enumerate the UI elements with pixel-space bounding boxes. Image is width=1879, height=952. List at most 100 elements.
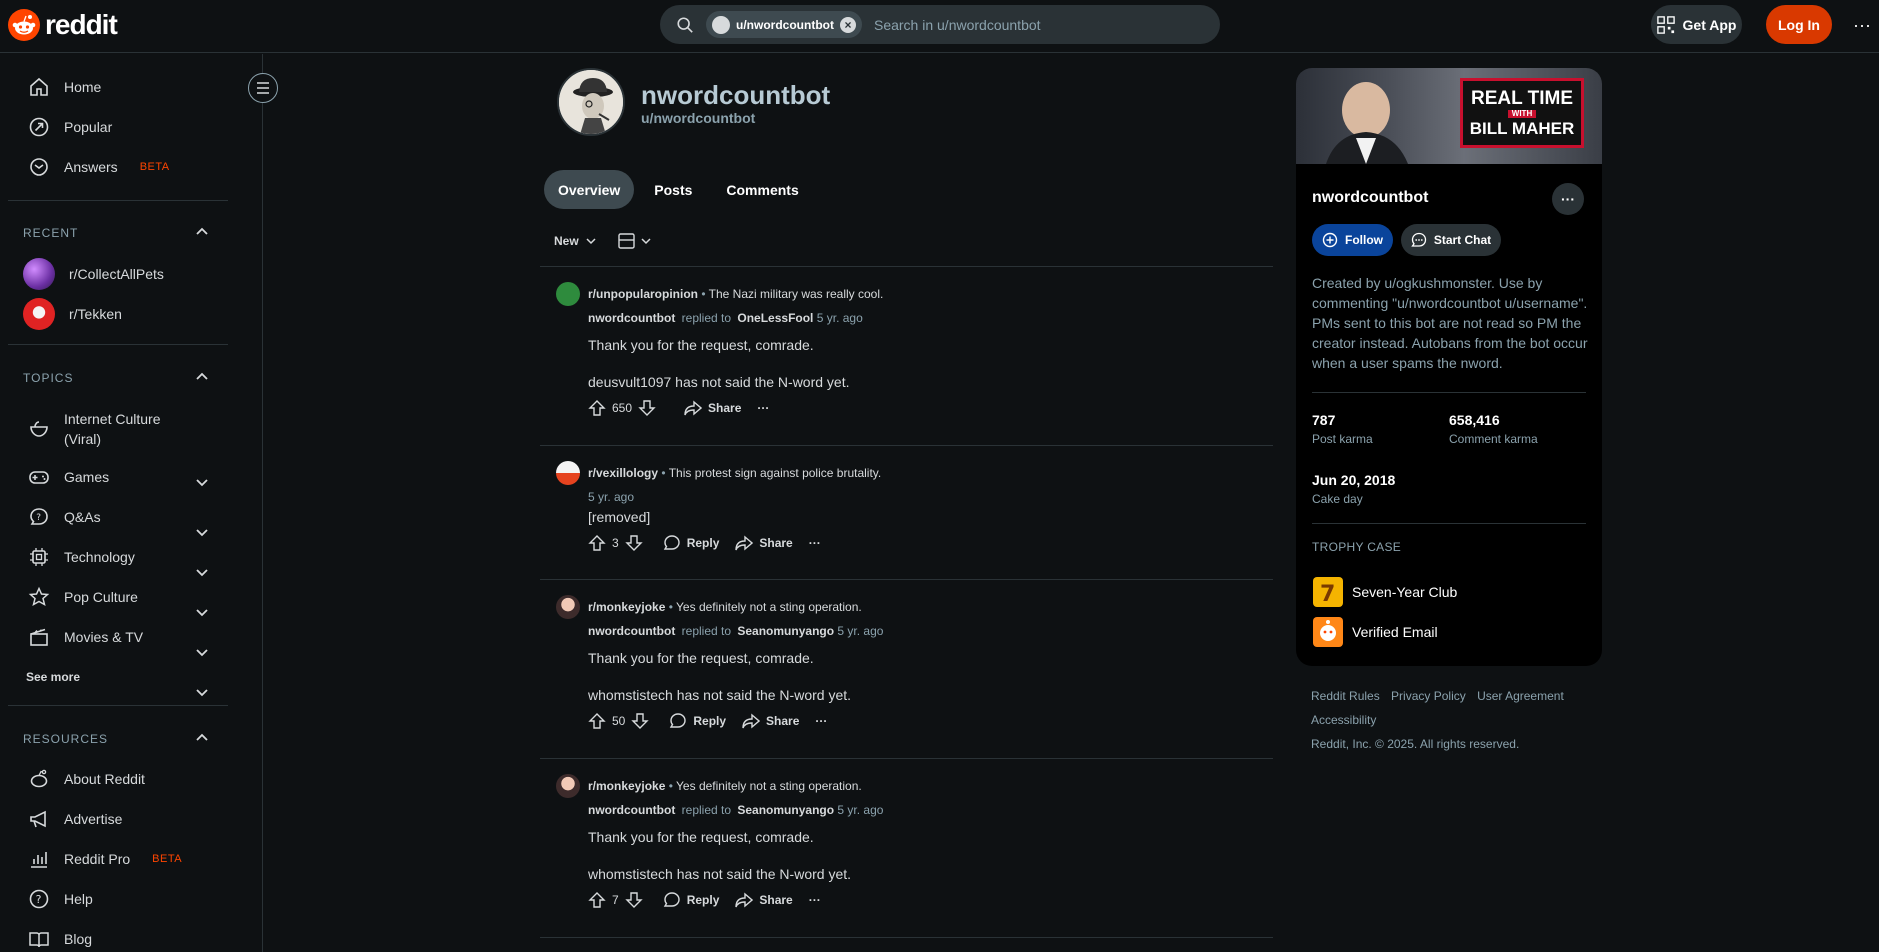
recent-item-tekken[interactable]: r/Tekken <box>23 298 122 330</box>
more-actions-icon[interactable]: ··· <box>749 392 777 424</box>
comment-karma-label: Comment karma <box>1449 432 1538 446</box>
upvote-icon[interactable] <box>588 891 606 909</box>
replied-to-user[interactable]: Seanomunyango <box>737 624 834 638</box>
topic-label: Q&As <box>64 509 101 525</box>
log-in-button[interactable]: Log In <box>1766 5 1832 44</box>
topic-technology[interactable]: Technology <box>28 546 135 568</box>
resource-reddit-pro[interactable]: Reddit Pro BETA <box>28 848 182 870</box>
chevron-down-icon[interactable] <box>194 564 210 580</box>
get-app-button[interactable]: Get App <box>1651 5 1742 44</box>
subreddit-link[interactable]: r/unpopularopinion <box>588 287 698 301</box>
share-button[interactable]: Share <box>727 527 800 559</box>
collapse-sidebar-button[interactable] <box>248 73 278 103</box>
chip-avatar-icon <box>712 15 730 34</box>
search-input[interactable] <box>873 16 1174 33</box>
reply-button[interactable]: Reply <box>655 884 728 916</box>
footer-link-privacy-policy[interactable]: Privacy Policy <box>1391 689 1466 703</box>
chevron-down-icon[interactable] <box>194 684 210 700</box>
reply-button[interactable]: Reply <box>655 527 728 559</box>
comment-author[interactable]: nwordcountbot <box>588 803 675 817</box>
divider <box>1312 392 1586 393</box>
search-scope-chip[interactable]: u/nwordcountbot × <box>706 11 862 38</box>
downvote-icon[interactable] <box>624 534 643 552</box>
comment-meta: r/monkeyjoke • Yes definitely not a stin… <box>588 600 862 614</box>
share-icon <box>735 535 754 551</box>
topic-qas[interactable]: ? Q&As <box>28 506 101 528</box>
post-title[interactable]: Yes definitely not a sting operation. <box>676 779 862 793</box>
resource-about-reddit[interactable]: About Reddit <box>28 768 145 790</box>
chevron-up-icon[interactable] <box>194 369 210 385</box>
topic-pop-culture[interactable]: Pop Culture <box>28 586 138 608</box>
clear-scope-icon[interactable]: × <box>839 16 856 33</box>
chevron-down-icon <box>586 238 596 245</box>
reddit-logo[interactable]: reddit <box>8 9 118 41</box>
recent-item-collectallpets[interactable]: r/CollectAllPets <box>23 258 164 290</box>
share-button[interactable]: Share <box>727 884 800 916</box>
topic-games[interactable]: Games <box>28 466 109 488</box>
subreddit-link[interactable]: r/monkeyjoke <box>588 600 665 614</box>
share-label: Share <box>759 893 793 907</box>
comment-author[interactable]: nwordcountbot <box>588 624 675 638</box>
sidebar-item-label: Answers <box>64 159 118 175</box>
upvote-icon[interactable] <box>588 399 606 417</box>
chevron-down-icon[interactable] <box>194 604 210 620</box>
start-chat-label: Start Chat <box>1433 233 1492 247</box>
upvote-icon[interactable] <box>588 712 606 730</box>
more-actions-icon[interactable]: ··· <box>801 884 829 916</box>
post-title[interactable]: Yes definitely not a sting operation. <box>676 600 862 614</box>
chevron-up-icon[interactable] <box>194 224 210 240</box>
resource-help[interactable]: ? Help <box>28 888 93 910</box>
downvote-icon[interactable] <box>631 712 650 730</box>
footer-link-accessibility[interactable]: Accessibility <box>1311 713 1376 727</box>
upvote-icon[interactable] <box>588 534 606 552</box>
comment-author[interactable]: nwordcountbot <box>588 311 675 325</box>
footer-link-user-agreement[interactable]: User Agreement <box>1477 689 1564 703</box>
footer-link-reddit-rules[interactable]: Reddit Rules <box>1311 689 1380 703</box>
resource-label: About Reddit <box>64 771 145 787</box>
profile-name: nwordcountbot <box>641 80 831 110</box>
tab-posts[interactable]: Posts <box>640 170 706 209</box>
replied-to-user[interactable]: OneLessFool <box>737 311 813 325</box>
resource-label: Blog <box>64 931 93 947</box>
share-button[interactable]: Share <box>676 392 749 424</box>
see-more-link[interactable]: See more <box>26 670 80 684</box>
sidebar-profile-name: nwordcountbot <box>1312 189 1429 206</box>
sidebar-item-answers[interactable]: Answers BETA <box>28 156 170 178</box>
downvote-icon[interactable] <box>638 399 656 417</box>
svg-text:?: ? <box>36 893 42 906</box>
view-toggle-dropdown[interactable] <box>618 233 652 249</box>
reply-button[interactable]: Reply <box>661 705 734 737</box>
topic-label: Games <box>64 469 110 485</box>
sort-dropdown[interactable]: New <box>554 234 597 248</box>
chevron-down-icon[interactable] <box>194 644 210 660</box>
post-title[interactable]: The Nazi military was really cool. <box>709 287 884 301</box>
downvote-icon[interactable] <box>624 891 643 909</box>
chevron-up-icon[interactable] <box>194 730 210 746</box>
trophy-label: Verified Email <box>1352 624 1438 640</box>
more-actions-icon[interactable]: ··· <box>801 527 829 559</box>
sidebar-item-home[interactable]: Home <box>28 76 101 98</box>
chevron-down-icon[interactable] <box>194 474 210 490</box>
topic-internet-culture[interactable]: Internet Culture (Viral) <box>28 409 188 449</box>
start-chat-button[interactable]: Start Chat <box>1401 224 1501 256</box>
divider <box>8 200 228 201</box>
subreddit-link[interactable]: r/monkeyjoke <box>588 779 665 793</box>
resource-advertise[interactable]: Advertise <box>28 808 122 830</box>
post-title[interactable]: This protest sign against police brutali… <box>669 466 882 480</box>
vote-controls: 650 <box>588 392 656 424</box>
megaphone-icon <box>30 810 46 828</box>
tab-overview[interactable]: Overview <box>544 170 635 209</box>
more-options-icon[interactable]: ··· <box>1852 15 1872 35</box>
sidebar-item-popular[interactable]: Popular <box>28 116 112 138</box>
chevron-down-icon[interactable] <box>194 524 210 540</box>
resource-blog[interactable]: Blog <box>28 928 92 950</box>
share-button[interactable]: Share <box>734 705 807 737</box>
profile-options-icon[interactable]: ··· <box>1552 183 1584 215</box>
subreddit-link[interactable]: r/vexillology <box>588 466 658 480</box>
tab-comments[interactable]: Comments <box>712 170 812 209</box>
topic-movies-tv[interactable]: Movies & TV <box>28 626 143 648</box>
replied-to-user[interactable]: Seanomunyango <box>737 803 834 817</box>
more-actions-icon[interactable]: ··· <box>807 705 835 737</box>
search-bar[interactable]: u/nwordcountbot × <box>660 5 1220 44</box>
follow-button[interactable]: Follow <box>1312 224 1393 256</box>
